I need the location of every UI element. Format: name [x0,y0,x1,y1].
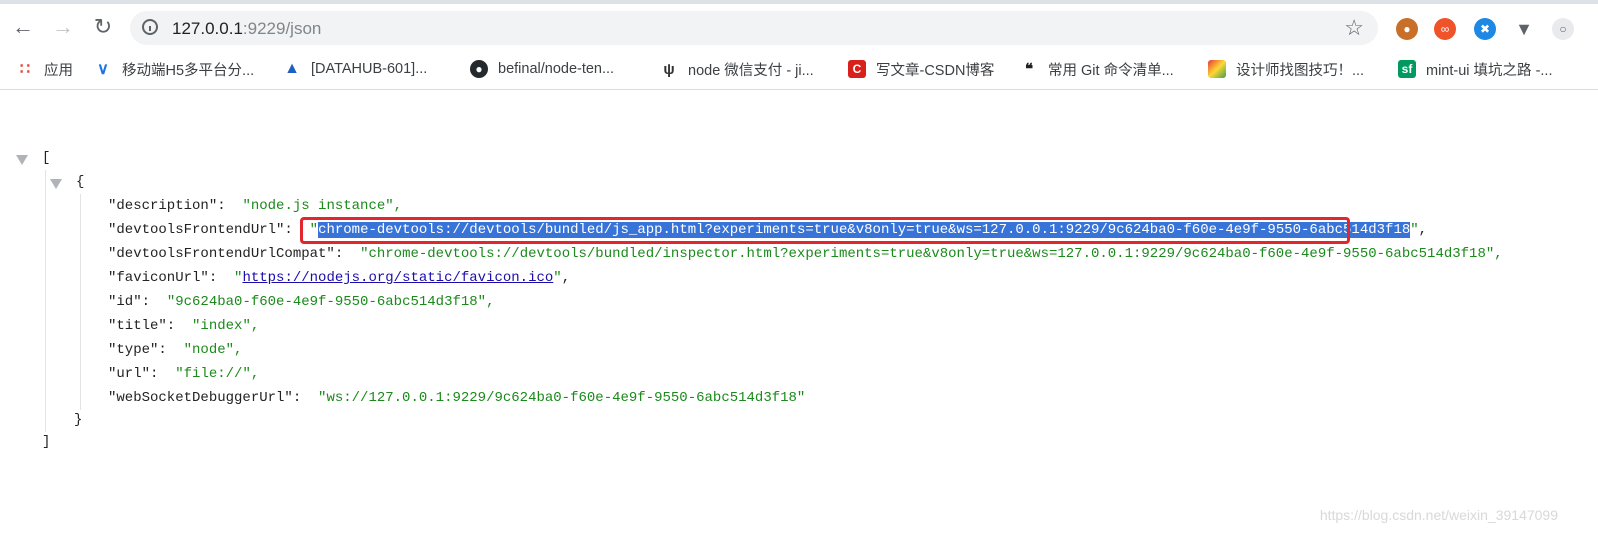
json-string-value: "node.js instance", [242,198,403,214]
object-close-brace: } [74,412,83,428]
monkey-extension-icon[interactable]: ● [1396,18,1418,40]
bookmark-label: node 微信支付 - ji... [688,62,814,79]
bookmark-label: 写文章-CSDN博客 [876,62,995,79]
reload-icon: ↻ [93,14,113,39]
json-string-value: "9c624ba0-f60e-4e9f-9550-6abc514d3f18", [166,294,495,310]
json-key: "faviconUrl": [108,270,218,286]
jianshu-icon: ψ [663,60,675,78]
back-button[interactable]: ← [8,12,38,42]
json-entry-url: "url": "file://", [108,364,259,384]
reload-button[interactable]: ↻ [88,12,118,42]
atlassian-icon: ▲ [284,60,300,77]
apps-grid-icon: ∷ [19,61,31,78]
json-key: "id": [108,294,151,310]
blue-extension-icon[interactable]: ✖ [1474,18,1496,40]
json-entry-favicon-url: "faviconUrl": "https://nodejs.org/static… [108,270,571,286]
url-host: 127.0.0.1 [172,19,243,38]
json-entry-description: "description": "node.js instance", [108,196,402,216]
bookmark-label: 常用 Git 命令清单... [1048,62,1174,79]
url-text[interactable]: 127.0.0.1:9229/json [172,19,321,39]
array-open-bracket: [ [42,150,51,166]
bookmarks-bar: ∷ 应用 ∨ 移动端H5多平台分... ▲ [DATAHUB-601]... ●… [0,50,1598,90]
bookmark-item[interactable]: ❝ 常用 Git 命令清单... [1020,58,1174,80]
json-entry-devtools-frontend-url-compat: "devtoolsFrontendUrlCompat": "chrome-dev… [108,244,1503,264]
json-key: "devtoolsFrontendUrlCompat": [108,246,344,262]
bookmark-item[interactable]: ● befinal/node-ten... [470,58,614,80]
forward-button[interactable]: → [48,12,78,42]
info-icon[interactable] [142,19,158,35]
json-string-value: "chrome-devtools://devtools/bundled/insp… [360,246,1503,262]
bookmark-star-icon[interactable]: ☆ [1344,15,1364,41]
bookmark-item[interactable]: sf mint-ui 填坑之路 -... [1398,58,1552,80]
json-key: "type": [108,342,167,358]
json-key: "webSocketDebuggerUrl": [108,390,302,406]
github-icon: ● [470,60,488,78]
indent-guide [80,194,81,410]
json-string-value: "file://", [175,366,260,382]
segmentfault-icon: sf [1398,60,1416,78]
json-string-value: "node", [183,342,243,358]
collapse-object-toggle[interactable] [50,179,62,189]
bookmark-label: mint-ui 填坑之路 -... [1426,62,1553,79]
calligraphy-icon: ❝ [1024,61,1034,78]
infinity-extension-icon[interactable]: ∞ [1434,18,1456,40]
json-entry-title: "title": "index", [108,316,259,336]
bookmark-item[interactable]: 设计师找图技巧！... [1208,58,1364,80]
bookmark-item[interactable]: ▲ [DATAHUB-601]... [283,58,427,80]
json-entry-type: "type": "node", [108,340,242,360]
bookmark-label: 设计师找图技巧！... [1236,62,1365,79]
bookmark-label: 移动端H5多平台分... [122,62,255,79]
profile-extension-icon[interactable]: ○ [1552,18,1574,40]
bookmark-label: [DATAHUB-601]... [311,61,428,77]
bookmark-item[interactable]: ψ node 微信支付 - ji... [660,58,814,80]
indent-guide [45,170,46,432]
json-entry-websocket-debugger-url: "webSocketDebuggerUrl": "ws://127.0.0.1:… [108,388,805,408]
bookmark-label: befinal/node-ten... [498,61,615,77]
arrow-right-icon: → [52,14,74,39]
watermark: https://blog.csdn.net/weixin_39147099 [1319,507,1558,523]
array-close-bracket: ] [42,434,51,450]
bookmark-item[interactable]: C 写文章-CSDN博客 [848,58,994,80]
arrow-left-icon: ← [12,14,34,39]
json-key: "url": [108,366,159,382]
url-path: :9229/json [242,19,322,38]
red-highlight-annotation [300,217,1350,244]
json-key: "devtoolsFrontendUrl": [108,222,293,238]
browser-toolbar: ← → ↻ 127.0.0.1:9229/json ☆ ● ∞ ✖ ▼ ○ [0,0,1598,50]
json-string-value: "ws://127.0.0.1:9229/9c624ba0-f60e-4e9f-… [318,390,806,406]
favicon-link[interactable]: https://nodejs.org/static/favicon.ico [242,270,553,286]
collapse-array-toggle[interactable] [16,155,28,165]
address-bar[interactable]: 127.0.0.1:9229/json ☆ [130,11,1378,45]
json-entry-id: "id": "9c624ba0-f60e-4e9f-9550-6abc514d3… [108,292,494,312]
object-open-brace: { [76,174,85,190]
json-key: "description": [108,198,226,214]
bookmark-label: 应用 [44,62,73,79]
json-key: "title": [108,318,176,334]
bookmark-apps[interactable]: ∷ 应用 [16,58,73,80]
json-viewer: [ { "description": "node.js instance", "… [0,90,1598,537]
chevron-double-icon: ∨ [97,61,109,78]
bookmark-item[interactable]: ∨ 移动端H5多平台分... [94,58,254,80]
json-string-value: "index", [192,318,260,334]
colorful-image-icon [1208,60,1226,78]
csdn-icon: C [848,60,866,78]
vue-extension-icon[interactable]: ▼ [1513,18,1535,40]
